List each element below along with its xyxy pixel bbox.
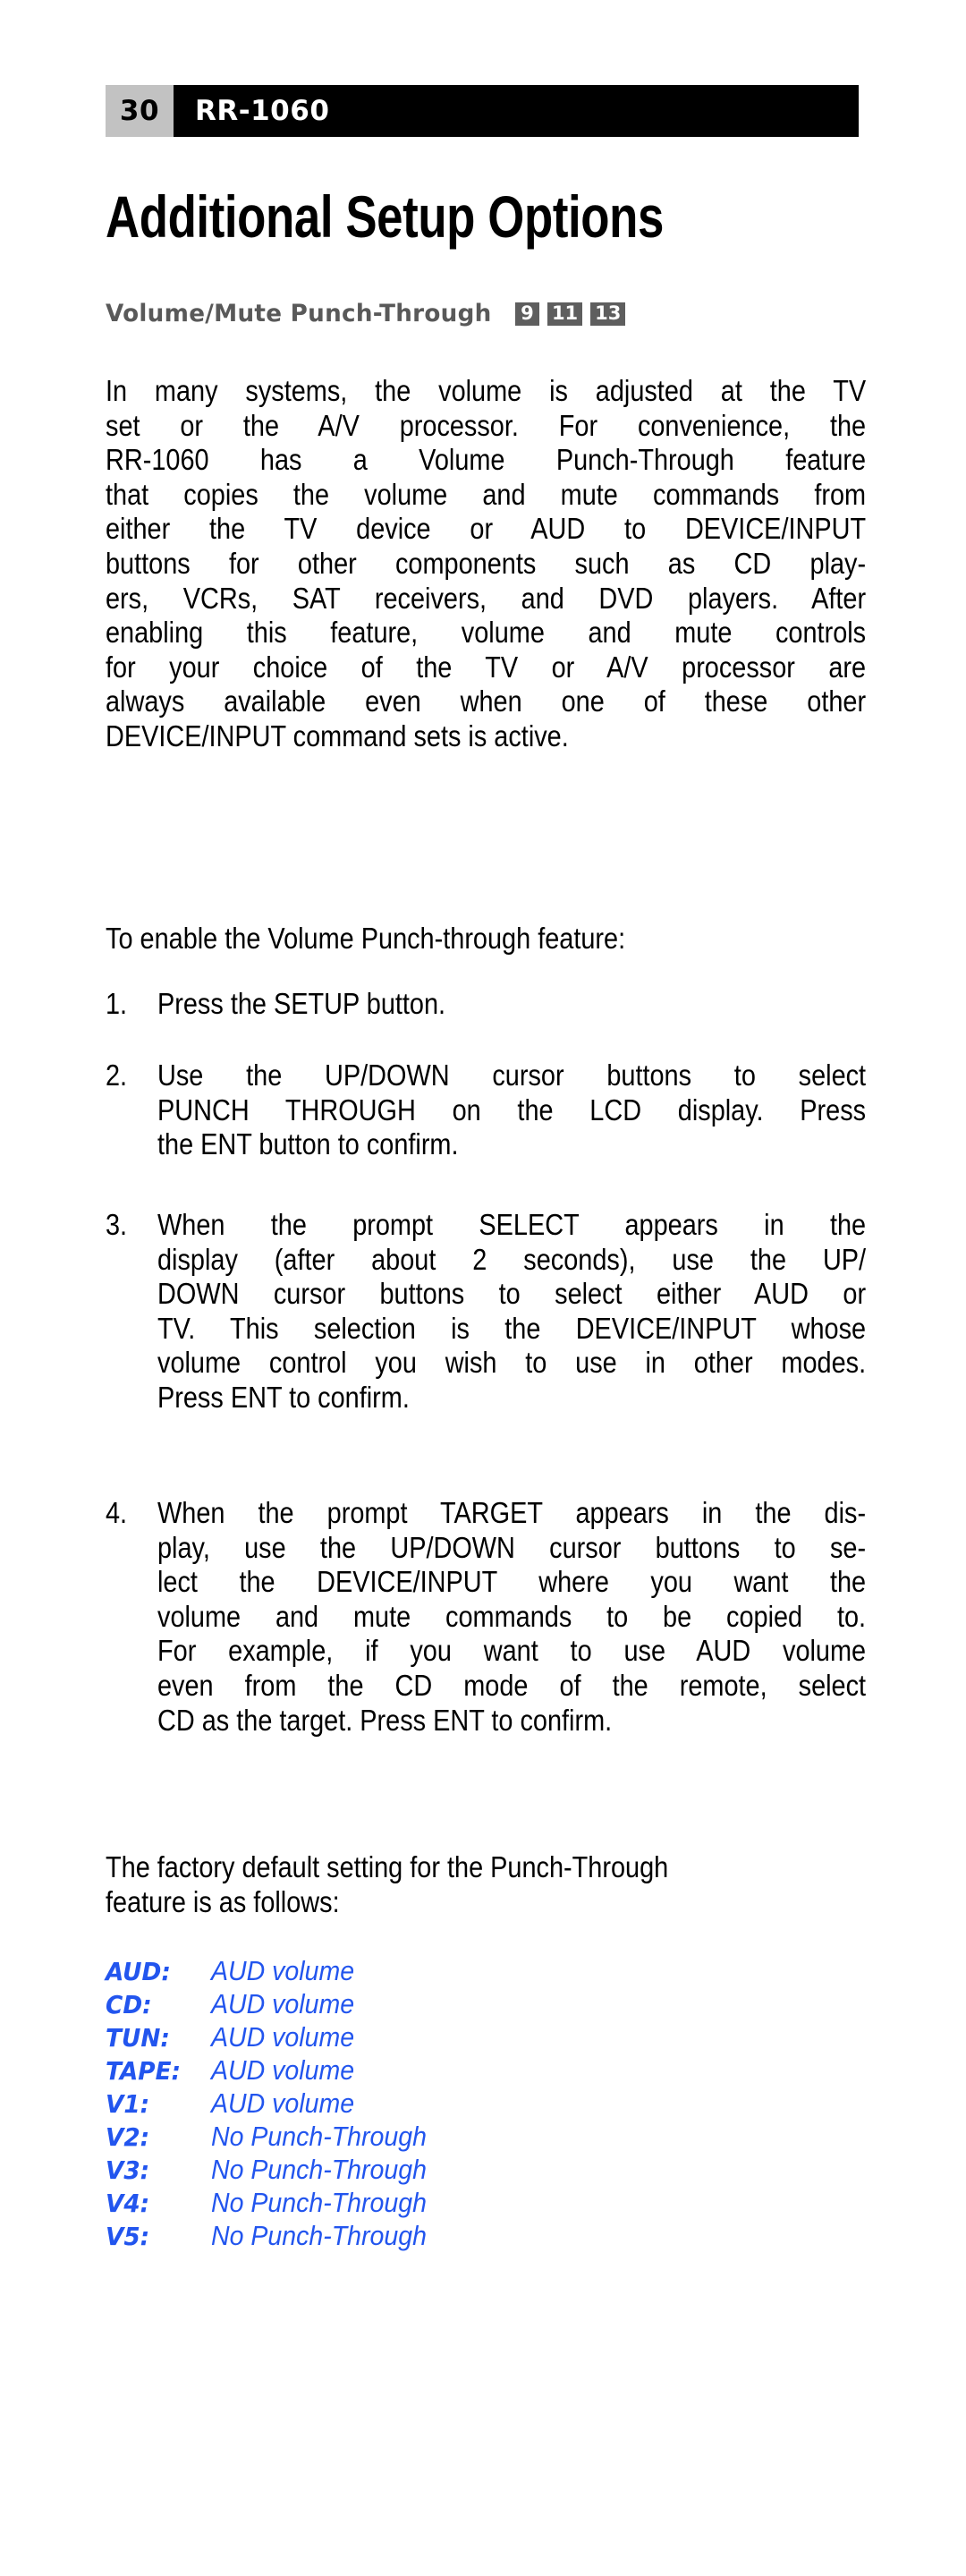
paragraph-line: always available even when one of these … bbox=[106, 684, 867, 718]
step-line: volume control you wish to use in other … bbox=[157, 1346, 867, 1380]
default-row-cd: CD: AUD volume bbox=[106, 1988, 642, 2021]
paragraph-line: ers, VCRs, SAT receivers, and DVD player… bbox=[106, 581, 867, 615]
paragraph-line: buttons for other components such as CD … bbox=[106, 546, 867, 580]
default-row-v3: V3: No Punch-Through bbox=[106, 2154, 642, 2187]
intro-paragraph: In many systems, the volume is adjusted … bbox=[106, 374, 866, 754]
step-text: Use the UP/DOWN cursor buttons to select… bbox=[157, 1058, 866, 1162]
default-value: No Punch-Through bbox=[211, 2220, 427, 2251]
paragraph-line: for your choice of the TV or A/V process… bbox=[106, 650, 867, 684]
manual-page: 30 RR-1060 Additional Setup Options Volu… bbox=[0, 0, 966, 2576]
default-settings-list: AUD: AUD volume CD: AUD volume TUN: AUD … bbox=[106, 1955, 642, 2253]
default-label: AUD: bbox=[106, 1957, 171, 1986]
enable-intro-paragraph: To enable the Volume Punch-through featu… bbox=[106, 922, 866, 956]
default-label: CD: bbox=[106, 1990, 152, 2019]
paragraph-line: RR-1060 has a Volume Punch-Through featu… bbox=[106, 443, 867, 477]
default-value: AUD volume bbox=[211, 1988, 355, 2019]
default-value: No Punch-Through bbox=[211, 2154, 427, 2185]
default-value: AUD volume bbox=[211, 2087, 355, 2119]
default-label: TUN: bbox=[106, 2023, 170, 2053]
step-line: CD as the target. Press ENT to confirm. bbox=[157, 1703, 613, 1737]
button-reference-badges: 9 11 13 bbox=[514, 302, 626, 326]
step-item-2: 2. Use the UP/DOWN cursor buttons to sel… bbox=[106, 1058, 866, 1162]
default-label: V3: bbox=[106, 2155, 150, 2185]
default-value: No Punch-Through bbox=[211, 2187, 427, 2218]
step-line: Press ENT to confirm. bbox=[157, 1380, 410, 1414]
step-line: display (after about 2 seconds), use the… bbox=[157, 1242, 867, 1276]
default-value: No Punch-Through bbox=[211, 2121, 427, 2152]
step-item-3: 3. When the prompt SELECT appears in the… bbox=[106, 1208, 866, 1416]
step-number: 4. bbox=[106, 1496, 128, 1529]
step-line: lect the DEVICE/INPUT where you want the bbox=[157, 1565, 867, 1599]
paragraph-line: either the TV device or AUD to DEVICE/IN… bbox=[106, 512, 867, 546]
step-text: When the prompt SELECT appears in the di… bbox=[157, 1208, 866, 1416]
step-number: 2. bbox=[106, 1058, 128, 1092]
paragraph-line: feature is as follows: bbox=[106, 1884, 340, 1918]
step-line: volume and mute commands to be copied to… bbox=[157, 1599, 867, 1633]
step-line: PUNCH THROUGH on the LCD display. Press bbox=[157, 1092, 867, 1126]
page-header-bar: 30 RR-1060 bbox=[106, 85, 859, 137]
step-number: 3. bbox=[106, 1208, 128, 1241]
step-text: When the prompt TARGET appears in the di… bbox=[157, 1496, 866, 1738]
factory-default-paragraph: The factory default setting for the Punc… bbox=[106, 1850, 866, 1919]
default-row-v2: V2: No Punch-Through bbox=[106, 2121, 642, 2154]
paragraph-line: enabling this feature, volume and mute c… bbox=[106, 616, 867, 650]
default-label: TAPE: bbox=[106, 2056, 182, 2086]
step-item-1: 1. Press the SETUP button. bbox=[106, 987, 866, 1022]
default-label: V2: bbox=[106, 2122, 150, 2152]
step-line: even from the CD mode of the remote, sel… bbox=[157, 1668, 867, 1702]
paragraph-line: The factory default setting for the Punc… bbox=[106, 1850, 669, 1883]
default-label: V1: bbox=[106, 2089, 150, 2119]
step-text: Press the SETUP button. bbox=[157, 987, 866, 1022]
default-value: AUD volume bbox=[211, 1955, 355, 1986]
section-heading: Volume/Mute Punch-Through 9 11 13 bbox=[106, 300, 626, 327]
step-line: When the prompt TARGET appears in the di… bbox=[157, 1496, 867, 1529]
badge-13: 13 bbox=[590, 302, 626, 326]
step-line: When the prompt SELECT appears in the bbox=[157, 1208, 867, 1241]
step-line: DOWN cursor buttons to select either AUD… bbox=[157, 1277, 867, 1311]
default-row-v5: V5: No Punch-Through bbox=[106, 2220, 642, 2253]
step-line: Use the UP/DOWN cursor buttons to select bbox=[157, 1058, 867, 1092]
step-number: 1. bbox=[106, 987, 128, 1020]
default-value: AUD volume bbox=[211, 2021, 355, 2053]
default-row-aud: AUD: AUD volume bbox=[106, 1955, 642, 1988]
section-heading-label: Volume/Mute Punch-Through bbox=[106, 300, 492, 327]
step-line: the ENT button to confirm. bbox=[157, 1127, 459, 1161]
paragraph-line: To enable the Volume Punch-through featu… bbox=[106, 922, 626, 955]
step-line: TV. This selection is the DEVICE/INPUT w… bbox=[157, 1311, 867, 1345]
paragraph-line: set or the A/V processor. For convenienc… bbox=[106, 408, 867, 442]
badge-9: 9 bbox=[514, 302, 539, 326]
paragraph-line: DEVICE/INPUT command sets is active. bbox=[106, 718, 569, 752]
default-row-tape: TAPE: AUD volume bbox=[106, 2054, 642, 2087]
step-line: Press the SETUP button. bbox=[157, 987, 446, 1020]
paragraph-line: that copies the volume and mute commands… bbox=[106, 477, 867, 511]
default-label: V5: bbox=[106, 2222, 150, 2251]
model-name: RR-1060 bbox=[174, 85, 859, 137]
default-row-v4: V4: No Punch-Through bbox=[106, 2187, 642, 2220]
default-label: V4: bbox=[106, 2189, 150, 2218]
default-row-tun: TUN: AUD volume bbox=[106, 2021, 642, 2054]
badge-11: 11 bbox=[547, 302, 583, 326]
step-line: play, use the UP/DOWN cursor buttons to … bbox=[157, 1530, 867, 1564]
step-line: For example, if you want to use AUD volu… bbox=[157, 1634, 867, 1668]
page-title: Additional Setup Options bbox=[106, 183, 664, 250]
default-row-v1: V1: AUD volume bbox=[106, 2087, 642, 2121]
step-item-4: 4. When the prompt TARGET appears in the… bbox=[106, 1496, 866, 1738]
default-value: AUD volume bbox=[211, 2054, 355, 2086]
page-number: 30 bbox=[106, 85, 174, 137]
paragraph-line: In many systems, the volume is adjusted … bbox=[106, 374, 867, 407]
